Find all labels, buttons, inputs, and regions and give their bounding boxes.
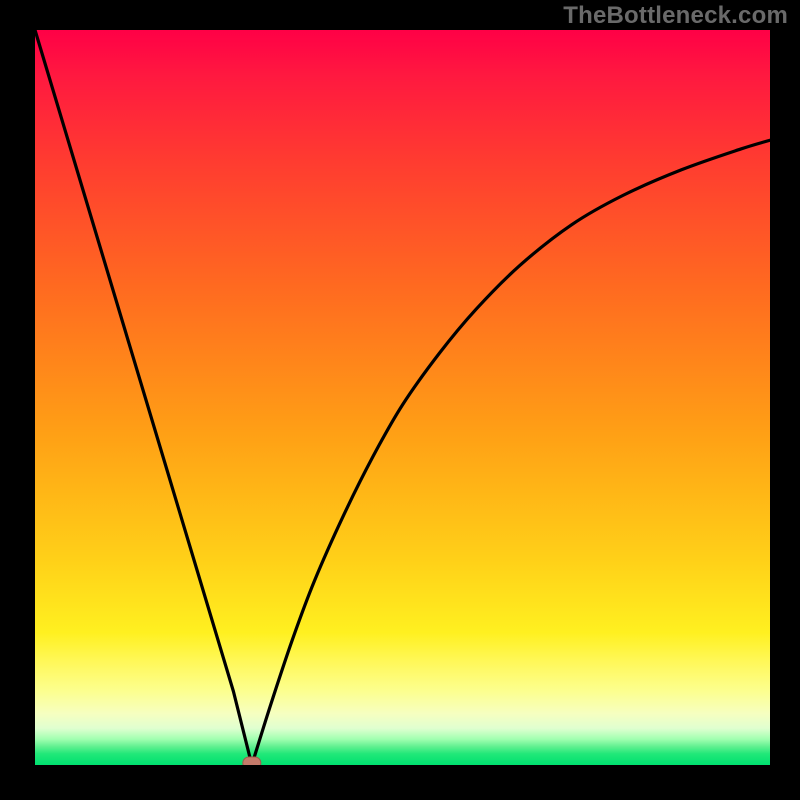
- watermark-text: TheBottleneck.com: [563, 2, 788, 30]
- chart-curve-svg: [35, 30, 770, 765]
- chart-series-left: [35, 30, 252, 765]
- chart-plot-area: [35, 30, 770, 765]
- chart-series-right: [252, 140, 770, 765]
- chart-minimum-marker: [243, 757, 261, 765]
